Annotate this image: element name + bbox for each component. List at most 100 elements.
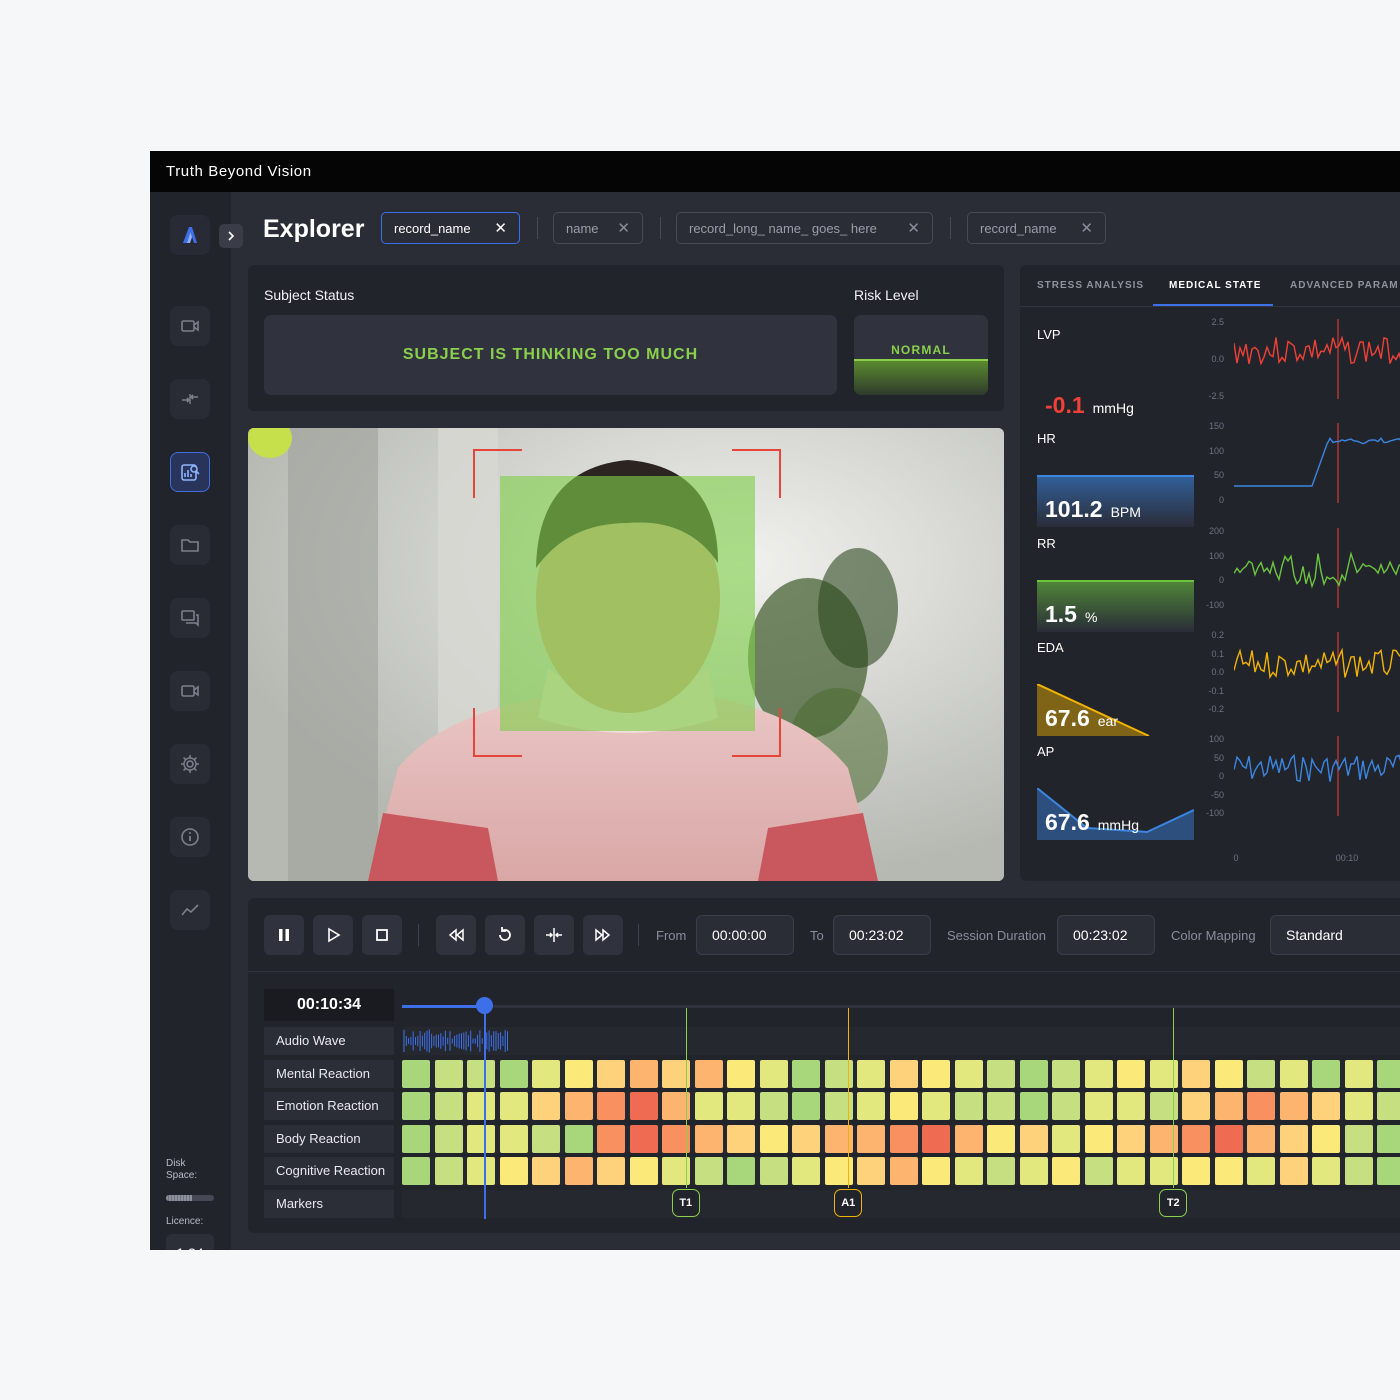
- heatmap-cell[interactable]: [792, 1157, 820, 1185]
- rewind-button[interactable]: [436, 915, 476, 955]
- heatmap-cell[interactable]: [1052, 1060, 1080, 1088]
- color-mapping-select[interactable]: Standard: [1270, 915, 1400, 955]
- heatmap-cell[interactable]: [1052, 1092, 1080, 1120]
- to-field[interactable]: 00:23:02: [833, 915, 931, 955]
- heatmap-cell[interactable]: [759, 1125, 788, 1153]
- heatmap-cell[interactable]: [922, 1157, 950, 1185]
- heatmap-cell[interactable]: [1182, 1092, 1210, 1120]
- heatmap-cell[interactable]: [499, 1157, 528, 1185]
- heatmap-cell[interactable]: [402, 1157, 430, 1185]
- heatmap-cell[interactable]: [1247, 1060, 1275, 1088]
- heatmap-cell[interactable]: [792, 1125, 820, 1153]
- heatmap-cell[interactable]: [1247, 1125, 1275, 1153]
- heatmap-cell[interactable]: [987, 1157, 1015, 1185]
- heatmap-cell[interactable]: [792, 1092, 820, 1120]
- heatmap-cell[interactable]: [629, 1060, 658, 1088]
- heatmap-cell[interactable]: [889, 1157, 918, 1185]
- heatmap-cell[interactable]: [1052, 1125, 1080, 1153]
- heatmap-cell[interactable]: [564, 1060, 593, 1088]
- heatmap-cell[interactable]: [727, 1125, 755, 1153]
- heatmap-cell[interactable]: [1247, 1157, 1275, 1185]
- heatmap-cell[interactable]: [402, 1092, 430, 1120]
- timeline-track[interactable]: [402, 1005, 1400, 1008]
- heatmap-cell[interactable]: [402, 1060, 430, 1088]
- expand-sidebar-button[interactable]: [219, 224, 243, 248]
- logo-button[interactable]: [170, 215, 210, 255]
- heatmap-cell[interactable]: [889, 1060, 918, 1088]
- heatmap-cell[interactable]: [597, 1060, 625, 1088]
- heatmap-cell[interactable]: [954, 1157, 983, 1185]
- heatmap-cell[interactable]: [1084, 1060, 1113, 1088]
- heatmap-cell[interactable]: [857, 1125, 885, 1153]
- heatmap-cell[interactable]: [1117, 1060, 1145, 1088]
- record-tab[interactable]: record_name ✕: [381, 212, 520, 244]
- close-icon[interactable]: ✕: [907, 219, 920, 237]
- heatmap-cell[interactable]: [1344, 1092, 1373, 1120]
- fast-forward-button[interactable]: [583, 915, 623, 955]
- heatmap-cell[interactable]: [987, 1092, 1015, 1120]
- sidebar-item-video-camera[interactable]: [170, 671, 210, 711]
- heatmap-cell[interactable]: [597, 1125, 625, 1153]
- heatmap-cell[interactable]: [792, 1060, 820, 1088]
- heatmap-cell[interactable]: [467, 1157, 495, 1185]
- sidebar-item-analytics-search[interactable]: [170, 452, 210, 492]
- close-icon[interactable]: ✕: [494, 219, 507, 237]
- heatmap-cell[interactable]: [1312, 1157, 1340, 1185]
- heatmap-cell[interactable]: [1019, 1060, 1048, 1088]
- heatmap-cell[interactable]: [532, 1125, 560, 1153]
- from-field[interactable]: 00:00:00: [696, 915, 794, 955]
- heatmap-cell[interactable]: [564, 1125, 593, 1153]
- heatmap-cell[interactable]: [597, 1157, 625, 1185]
- marker-tag[interactable]: T2: [1159, 1189, 1188, 1217]
- heatmap-cell[interactable]: [1279, 1092, 1308, 1120]
- heatmap-cell[interactable]: [1214, 1157, 1243, 1185]
- sidebar-item-gear[interactable]: [170, 744, 210, 784]
- heatmap-cell[interactable]: [1117, 1125, 1145, 1153]
- heatmap-cell[interactable]: [1019, 1125, 1048, 1153]
- heatmap-cell[interactable]: [694, 1125, 723, 1153]
- heatmap-cell[interactable]: [1182, 1060, 1210, 1088]
- sidebar-item-trend[interactable]: [170, 890, 210, 930]
- heatmap-cell[interactable]: [499, 1125, 528, 1153]
- heatmap-cell[interactable]: [954, 1060, 983, 1088]
- close-icon[interactable]: ✕: [1080, 219, 1093, 237]
- heatmap-cell[interactable]: [1279, 1060, 1308, 1088]
- panel-tab[interactable]: STRESS ANALYSIS: [1037, 280, 1144, 291]
- heatmap-cell[interactable]: [1279, 1157, 1308, 1185]
- heatmap-cell[interactable]: [759, 1157, 788, 1185]
- heatmap-cell[interactable]: [1117, 1157, 1145, 1185]
- heatmap-cell[interactable]: [629, 1092, 658, 1120]
- heatmap-cell[interactable]: [1084, 1125, 1113, 1153]
- heatmap-cell[interactable]: [922, 1092, 950, 1120]
- heatmap-cell[interactable]: [759, 1092, 788, 1120]
- heatmap-cell[interactable]: [857, 1092, 885, 1120]
- heatmap-cell[interactable]: [987, 1060, 1015, 1088]
- panel-tab[interactable]: MEDICAL STATE: [1169, 280, 1261, 291]
- close-icon[interactable]: ✕: [617, 219, 630, 237]
- heatmap-cell[interactable]: [1182, 1157, 1210, 1185]
- heatmap-cell[interactable]: [1117, 1092, 1145, 1120]
- heatmap-cell[interactable]: [889, 1092, 918, 1120]
- heatmap-cell[interactable]: [694, 1060, 723, 1088]
- playhead-handle[interactable]: [476, 997, 493, 1014]
- marker-tag[interactable]: A1: [834, 1189, 863, 1217]
- stop-button[interactable]: [362, 915, 402, 955]
- heatmap-cell[interactable]: [1344, 1157, 1373, 1185]
- heatmap-cell[interactable]: [564, 1092, 593, 1120]
- heatmap-cell[interactable]: [727, 1092, 755, 1120]
- heatmap-cell[interactable]: [1377, 1157, 1400, 1185]
- heatmap-cell[interactable]: [1279, 1125, 1308, 1153]
- heatmap-cell[interactable]: [1344, 1060, 1373, 1088]
- heatmap-cell[interactable]: [467, 1092, 495, 1120]
- heatmap-cell[interactable]: [1247, 1092, 1275, 1120]
- heatmap-cell[interactable]: [1377, 1060, 1400, 1088]
- heatmap-cell[interactable]: [532, 1060, 560, 1088]
- split-button[interactable]: [534, 915, 574, 955]
- heatmap-cell[interactable]: [467, 1060, 495, 1088]
- heatmap-cell[interactable]: [1084, 1157, 1113, 1185]
- pause-button[interactable]: [264, 915, 304, 955]
- video-player[interactable]: [248, 428, 1004, 881]
- heatmap-cell[interactable]: [1214, 1092, 1243, 1120]
- heatmap-cell[interactable]: [954, 1092, 983, 1120]
- sidebar-item-chat[interactable]: [170, 598, 210, 638]
